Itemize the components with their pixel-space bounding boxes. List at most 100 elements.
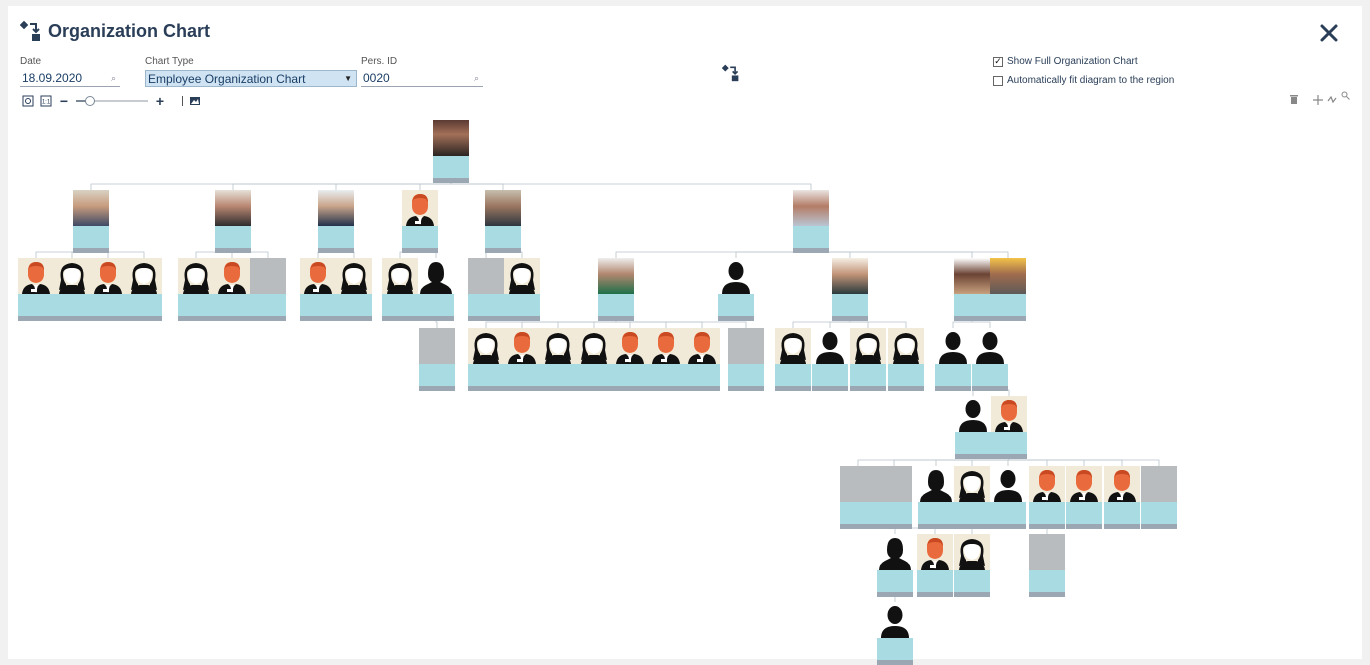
employee-card[interactable] [718, 258, 754, 321]
employee-card[interactable] [877, 534, 913, 597]
employee-expand-bar[interactable] [840, 524, 876, 529]
employee-card[interactable] [850, 328, 886, 391]
employee-expand-bar[interactable] [877, 660, 913, 665]
employee-card[interactable] [126, 258, 162, 321]
employee-card[interactable] [576, 328, 612, 391]
org-chart-toggle-icon[interactable] [722, 64, 740, 82]
employee-card[interactable] [178, 258, 214, 321]
employee-expand-bar[interactable] [876, 524, 912, 529]
layout-icon[interactable] [1327, 95, 1337, 105]
employee-card[interactable] [990, 466, 1026, 529]
dropdown-arrow-icon[interactable]: ▼ [344, 74, 352, 83]
employee-expand-bar[interactable] [991, 454, 1027, 459]
employee-card[interactable] [18, 258, 54, 321]
show-full-chart-option[interactable]: ✓ Show Full Organization Chart [993, 56, 1138, 67]
employee-expand-bar[interactable] [598, 316, 634, 321]
employee-expand-bar[interactable] [318, 248, 354, 253]
employee-card[interactable] [954, 466, 990, 529]
zoom-out-icon[interactable]: − [58, 94, 70, 108]
employee-expand-bar[interactable] [504, 316, 540, 321]
employee-card[interactable] [540, 328, 576, 391]
pers-id-input[interactable]: 0020 ⌕ [361, 70, 483, 87]
move-icon[interactable] [1313, 94, 1323, 105]
employee-expand-bar[interactable] [775, 386, 811, 391]
employee-card[interactable] [918, 466, 954, 529]
search-icon[interactable] [1341, 91, 1350, 100]
search-icon[interactable]: ⌕ [474, 73, 479, 84]
employee-expand-bar[interactable] [832, 316, 868, 321]
date-input[interactable]: 18.09.2020 ⌕ [20, 70, 120, 87]
employee-expand-bar[interactable] [718, 316, 754, 321]
employee-card[interactable] [684, 328, 720, 391]
export-image-icon[interactable] [189, 95, 201, 107]
employee-card[interactable] [402, 190, 438, 253]
employee-card[interactable] [485, 190, 521, 253]
employee-card[interactable] [54, 258, 90, 321]
employee-card[interactable] [793, 190, 829, 253]
employee-expand-bar[interactable] [990, 316, 1026, 321]
employee-card[interactable] [935, 328, 971, 391]
zoom-slider[interactable] [76, 96, 148, 106]
employee-expand-bar[interactable] [793, 248, 829, 253]
employee-card[interactable] [832, 258, 868, 321]
employee-expand-bar[interactable] [990, 524, 1026, 529]
employee-expand-bar[interactable] [402, 248, 438, 253]
employee-expand-bar[interactable] [214, 316, 250, 321]
employee-card[interactable] [954, 534, 990, 597]
employee-card[interactable] [648, 328, 684, 391]
employee-expand-bar[interactable] [418, 316, 454, 321]
employee-expand-bar[interactable] [954, 316, 990, 321]
employee-expand-bar[interactable] [336, 316, 372, 321]
employee-card[interactable] [840, 466, 876, 529]
auto-fit-checkbox[interactable] [993, 75, 1003, 86]
employee-card[interactable] [955, 396, 991, 459]
employee-expand-bar[interactable] [382, 316, 418, 321]
employee-expand-bar[interactable] [684, 386, 720, 391]
zoom-slider-knob[interactable] [85, 96, 96, 106]
delete-icon[interactable] [1289, 94, 1299, 105]
fit-page-icon[interactable] [22, 95, 34, 107]
employee-card[interactable] [336, 258, 372, 321]
employee-expand-bar[interactable] [1029, 592, 1065, 597]
employee-expand-bar[interactable] [728, 386, 764, 391]
employee-expand-bar[interactable] [178, 316, 214, 321]
employee-expand-bar[interactable] [468, 316, 504, 321]
employee-expand-bar[interactable] [504, 386, 540, 391]
employee-card[interactable] [888, 328, 924, 391]
employee-expand-bar[interactable] [850, 386, 886, 391]
employee-card[interactable] [954, 258, 990, 321]
employee-expand-bar[interactable] [935, 386, 971, 391]
employee-expand-bar[interactable] [1141, 524, 1177, 529]
employee-card[interactable] [876, 466, 912, 529]
employee-card[interactable] [419, 328, 455, 391]
employee-expand-bar[interactable] [648, 386, 684, 391]
employee-expand-bar[interactable] [419, 386, 455, 391]
employee-expand-bar[interactable] [954, 524, 990, 529]
search-icon[interactable]: ⌕ [111, 73, 116, 84]
chart-type-select[interactable]: Employee Organization Chart ▼ [145, 70, 357, 87]
employee-expand-bar[interactable] [812, 386, 848, 391]
employee-card[interactable] [90, 258, 126, 321]
employee-card[interactable] [300, 258, 336, 321]
show-full-checkbox[interactable]: ✓ [993, 56, 1003, 67]
employee-card[interactable] [1104, 466, 1140, 529]
employee-card[interactable] [1066, 466, 1102, 529]
employee-expand-bar[interactable] [612, 386, 648, 391]
employee-card[interactable] [877, 602, 913, 665]
employee-card[interactable] [433, 120, 469, 183]
employee-expand-bar[interactable] [877, 592, 913, 597]
employee-expand-bar[interactable] [433, 178, 469, 183]
employee-expand-bar[interactable] [1029, 524, 1065, 529]
employee-expand-bar[interactable] [54, 316, 90, 321]
employee-card[interactable] [214, 258, 250, 321]
pers-id-field[interactable]: Pers. ID 0020 ⌕ [361, 56, 483, 87]
employee-expand-bar[interactable] [300, 316, 336, 321]
employee-card[interactable] [215, 190, 251, 253]
org-chart-canvas[interactable] [8, 114, 1362, 665]
employee-expand-bar[interactable] [18, 316, 54, 321]
employee-card[interactable] [612, 328, 648, 391]
chart-type-field[interactable]: Chart Type Employee Organization Chart ▼ [145, 56, 357, 87]
employee-card[interactable] [73, 190, 109, 253]
employee-expand-bar[interactable] [954, 592, 990, 597]
date-field[interactable]: Date 18.09.2020 ⌕ [20, 56, 120, 87]
